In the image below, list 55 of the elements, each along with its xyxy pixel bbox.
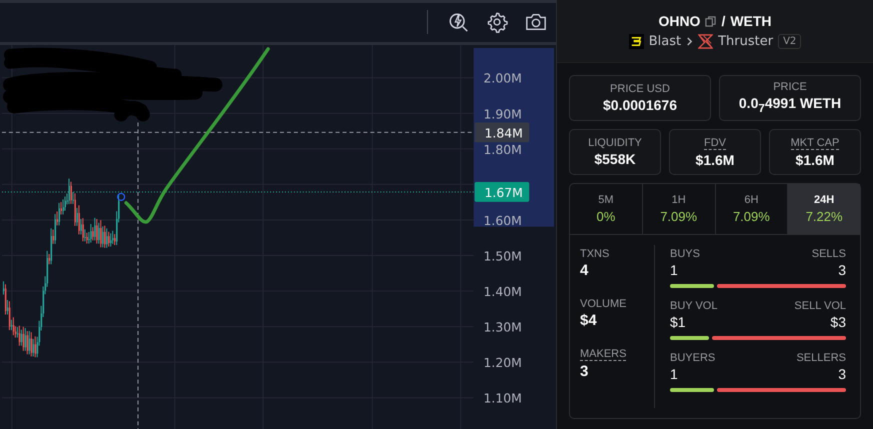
card-label: PRICE USD [610, 83, 670, 95]
axis-label: 1.20M [484, 354, 522, 370]
axis-label: 1.90M [484, 106, 522, 121]
settings-icon[interactable] [486, 11, 508, 34]
card-value: $558K [594, 151, 636, 167]
token-symbol: OHNO [658, 13, 700, 29]
stat-value: 3 [838, 262, 846, 278]
card-value: $1.6M [796, 152, 834, 168]
axis-label: 1.10M [484, 390, 522, 406]
copy-icon[interactable] [705, 16, 716, 26]
axis-label: 1.80M [484, 142, 522, 157]
stat-label: BUYERS [670, 352, 716, 364]
axis-label: 2.00M [484, 70, 522, 86]
axis-label: 1.30M [484, 319, 522, 334]
card-label: PRICE [773, 81, 807, 94]
card-value: $1.6M [696, 152, 734, 168]
timeframe-tab[interactable]: 24H 7.22% [788, 184, 860, 234]
axis-label: 1.60M [484, 212, 522, 228]
dex-logo-icon [698, 34, 714, 49]
card-value: $0.0001676 [603, 97, 677, 113]
stat-label: MAKERS [580, 348, 626, 361]
chain-logo-icon [628, 34, 644, 49]
stat-value: 1 [670, 366, 678, 382]
timeframe-tab[interactable]: 5M 0% [570, 184, 643, 234]
chevron-icon [686, 37, 694, 46]
stat-value: 3 [838, 366, 846, 382]
stat-value: 1 [670, 262, 678, 278]
stat-value: $3 [830, 314, 846, 330]
card-value: 0.0$_{7}$4991 WETH [738, 95, 842, 115]
stat-value: 3 [580, 363, 588, 380]
card-label: FDV [704, 136, 726, 150]
stat-label: TXNS [580, 248, 610, 260]
card-label: LIQUIDITY [588, 137, 642, 149]
timeframe-tab[interactable]: 1H 7.09% [642, 184, 716, 234]
version-badge: V2 [778, 34, 802, 49]
stat-value: $1 [670, 314, 686, 330]
chain-name[interactable]: Blast [648, 34, 682, 49]
last-price-label: 1.67M [474, 182, 530, 202]
stat-label: BUY VOL [670, 300, 718, 312]
axis-label: 1.50M [484, 248, 522, 264]
stat-value: 4 [580, 262, 588, 279]
stat-label: BUYS [670, 248, 700, 260]
pair-separator: / [721, 13, 726, 29]
stat-label: SELL VOL [794, 300, 846, 312]
stat-value: $4 [580, 312, 597, 329]
stat-label: VOLUME [580, 298, 626, 310]
card-label: MKT CAP [790, 136, 840, 150]
crosshair-price-label: 1.84M [474, 122, 530, 142]
lightning-search-icon[interactable] [448, 11, 470, 34]
axis-label: 1.40M [484, 284, 522, 299]
quote-symbol: WETH [730, 13, 772, 29]
stat-label: SELLS [812, 248, 846, 260]
dex-name[interactable]: Thruster [718, 34, 774, 49]
stat-label: SELLERS [796, 352, 846, 364]
marker-icon [117, 192, 126, 201]
